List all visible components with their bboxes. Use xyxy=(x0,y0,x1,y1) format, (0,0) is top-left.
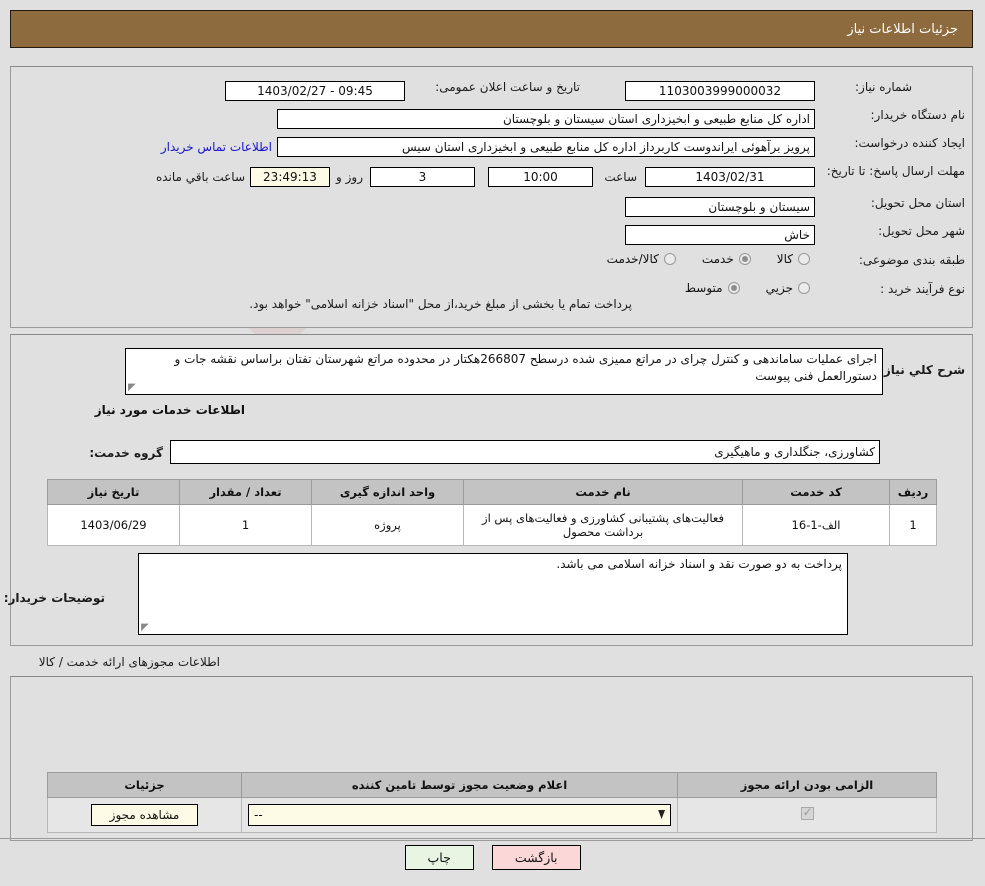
category-radio-khedmat[interactable]: خدمت xyxy=(702,252,751,266)
process-row: نوع فرآیند خرید : xyxy=(880,282,965,296)
table-header-row: ردیف کد خدمت نام خدمت واحد اندازه گیری ت… xyxy=(47,479,937,505)
radio-circle-icon[interactable] xyxy=(727,282,740,294)
service-group-label: گروه خدمت: xyxy=(89,446,163,460)
resize-grip-icon[interactable]: ◥ xyxy=(141,622,151,633)
buyer-notes-value: پرداخت به دو صورت نقد و اسناد خزانه اسلا… xyxy=(556,557,842,571)
process-option-label: جزیي xyxy=(765,281,793,295)
buyer-org-row: نام دستگاه خریدار: xyxy=(871,108,966,122)
buyer-notes-textarea[interactable]: پرداخت به دو صورت نقد و اسناد خزانه اسلا… xyxy=(138,553,848,635)
permits-row: ▼ -- مشاهده مجوز xyxy=(47,797,937,833)
col-service-code: کد خدمت xyxy=(742,479,890,505)
services-section-title: اطلاعات خدمات مورد نیاز xyxy=(94,403,245,417)
radio-circle-icon[interactable] xyxy=(663,253,676,265)
announce-label: تاریخ و ساعت اعلان عمومی: xyxy=(435,80,580,94)
col-service-name: نام خدمت xyxy=(463,479,743,505)
chevron-down-icon: ▼ xyxy=(658,808,665,822)
permit-status-value: -- xyxy=(254,808,263,822)
deadline-date-value: 1403/02/31 xyxy=(645,167,815,187)
print-button[interactable]: چاپ xyxy=(404,845,474,870)
col-permit-required: الزامی بودن ارائه مجوز xyxy=(677,772,937,798)
category-radio-kala[interactable]: کالا xyxy=(777,252,810,266)
need-number-value: 1103003999000032 xyxy=(625,81,815,101)
view-permit-button[interactable]: مشاهده مجوز xyxy=(90,804,199,826)
cell-permit-details: مشاهده مجوز xyxy=(47,797,242,833)
category-label: طبقه بندی موضوعی: xyxy=(858,253,965,267)
radio-circle-icon[interactable] xyxy=(798,253,810,265)
payment-note: پرداخت تمام یا بخشی از مبلغ خرید،از محل … xyxy=(249,297,632,311)
process-option-label: متوسط xyxy=(684,281,723,295)
services-table: ردیف کد خدمت نام خدمت واحد اندازه گیری ت… xyxy=(47,479,937,546)
col-unit: واحد اندازه گیری xyxy=(311,479,464,505)
process-radio-group: جزیي متوسط xyxy=(659,281,810,295)
summary-value: اجرای عملیات ساماندهی و کنترل چرای در مر… xyxy=(174,352,877,383)
process-radio-motavaset[interactable]: متوسط xyxy=(685,281,740,295)
permit-status-select[interactable]: ▼ -- xyxy=(248,804,671,826)
cell-permit-status: ▼ -- xyxy=(241,797,678,833)
cell-quantity: 1 xyxy=(179,504,312,546)
category-option-label: کالا/خدمت xyxy=(606,252,659,266)
category-row: طبقه بندی موضوعی: xyxy=(859,253,965,267)
cell-service-name: فعالیت‌های پشتیبانی کشاورزی و فعالیت‌های… xyxy=(463,504,743,546)
col-row-no: ردیف xyxy=(889,479,937,505)
city-row: شهر محل تحویل: xyxy=(878,224,965,238)
permits-header-row: الزامی بودن ارائه مجوز اعلام وضعیت مجوز … xyxy=(47,772,937,798)
countdown-label: ساعت باقي مانده xyxy=(155,170,245,184)
permit-required-checkbox xyxy=(800,806,814,820)
creator-label: ایجاد کننده درخواست: xyxy=(854,136,965,150)
category-radio-group: کالا خدمت کالا/خدمت xyxy=(581,252,810,266)
service-group-value: کشاورزی، جنگلداری و ماهیگیری xyxy=(170,440,880,464)
col-need-date: تاریخ نیاز xyxy=(47,479,180,505)
cell-permit-required xyxy=(677,797,937,833)
need-info-panel xyxy=(10,66,973,328)
footer-divider xyxy=(0,838,985,839)
city-value: خاش xyxy=(625,225,815,245)
cell-service-code: الف-1-16 xyxy=(742,504,890,546)
remaining-days-label: روز و xyxy=(336,170,363,184)
page-title: جزئیات اطلاعات نیاز xyxy=(847,21,958,37)
announce-row: تاریخ و ساعت اعلان عمومی: xyxy=(435,80,580,94)
cell-need-date: 1403/06/29 xyxy=(47,504,180,546)
need-number-row: شماره نیاز: xyxy=(855,80,965,94)
buyer-org-label: نام دستگاه خریدار: xyxy=(870,108,966,122)
resize-grip-icon[interactable]: ◥ xyxy=(128,382,138,393)
summary-label: شرح کلي نیاز: xyxy=(879,363,965,377)
deadline-hour-label: ساعت xyxy=(604,170,637,184)
cell-row-no: 1 xyxy=(889,504,937,546)
col-permit-details: جزئیات xyxy=(47,772,242,798)
process-radio-jozi[interactable]: جزیي xyxy=(766,281,810,295)
announce-value: 09:45 - 1403/02/27 xyxy=(225,81,405,101)
summary-textarea[interactable]: اجرای عملیات ساماندهی و کنترل چرای در مر… xyxy=(125,348,883,395)
creator-row: ایجاد کننده درخواست: xyxy=(854,136,965,150)
deadline-label: مهلت ارسال پاسخ: تا تاریخ: xyxy=(826,164,965,178)
back-button[interactable]: بازگشت xyxy=(491,845,581,870)
deadline-hour-value: 10:00 xyxy=(488,167,593,187)
radio-circle-icon[interactable] xyxy=(798,282,810,294)
col-quantity: تعداد / مقدار xyxy=(179,479,312,505)
deadline-row: مهلت ارسال پاسخ: تا تاریخ: xyxy=(820,164,965,179)
table-row: 1 الف-1-16 فعالیت‌های پشتیبانی کشاورزی و… xyxy=(47,504,937,546)
category-radio-kala-khedmat[interactable]: کالا/خدمت xyxy=(607,252,676,266)
city-label: شهر محل تحویل: xyxy=(878,224,965,238)
creator-value: پرویز برآهوئی ایراندوست کاربرداز اداره ک… xyxy=(277,137,815,157)
page-header: جزئیات اطلاعات نیاز xyxy=(10,10,973,48)
footer-actions: بازگشت چاپ xyxy=(0,845,985,870)
col-permit-status: اعلام وضعیت مجوز توسط تامین کننده xyxy=(241,772,678,798)
permits-section-title: اطلاعات مجوزهای ارائه خدمت / کالا xyxy=(38,655,220,669)
province-label: استان محل تحویل: xyxy=(870,196,965,210)
province-row: استان محل تحویل: xyxy=(871,196,965,210)
buyer-org-value: اداره کل منابع طبیعی و ابخیزداری استان س… xyxy=(277,109,815,129)
province-value: سیستان و بلوچستان xyxy=(625,197,815,217)
radio-circle-icon[interactable] xyxy=(738,253,751,265)
countdown-value: 23:49:13 xyxy=(250,167,330,187)
buyer-notes-label: توضیحات خریدار: xyxy=(3,591,105,605)
buyer-contact-link[interactable]: اطلاعات تماس خریدار xyxy=(161,140,272,154)
permits-table: الزامی بودن ارائه مجوز اعلام وضعیت مجوز … xyxy=(47,772,937,833)
category-option-label: خدمت xyxy=(701,252,734,266)
remaining-days-value: 3 xyxy=(370,167,475,187)
cell-unit: پروژه xyxy=(311,504,464,546)
category-option-label: کالا xyxy=(776,252,793,266)
process-label: نوع فرآیند خرید : xyxy=(880,282,965,296)
need-number-label: شماره نیاز: xyxy=(855,80,912,94)
